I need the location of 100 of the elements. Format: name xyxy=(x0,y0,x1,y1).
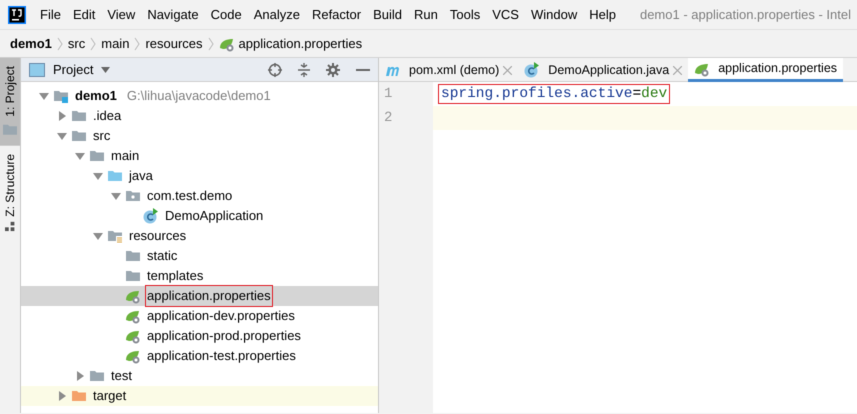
tree-label: resources xyxy=(128,227,188,246)
panel-title[interactable]: Project xyxy=(53,60,94,80)
editor-tab[interactable]: application.properties xyxy=(688,58,844,82)
app-logo-icon xyxy=(8,6,26,24)
tree-row[interactable]: application-test.properties xyxy=(21,346,378,366)
menu-item[interactable]: Code xyxy=(204,4,248,24)
path-text: G:\lihua\javacode\demo1 xyxy=(126,87,271,106)
tree-row[interactable]: static xyxy=(21,246,378,266)
folder-icon xyxy=(107,168,123,184)
tool-window-tab[interactable]: Z: Structure xyxy=(0,146,20,240)
resources-folder-icon xyxy=(107,228,123,244)
dropdown-icon[interactable] xyxy=(101,66,110,72)
tree-row[interactable]: test xyxy=(21,366,378,386)
spring-leaf-icon xyxy=(125,348,141,364)
editor-line: spring.profiles.active=dev xyxy=(433,82,857,106)
tree-label: .idea xyxy=(92,107,122,126)
tree-label: application-dev.properties xyxy=(146,307,296,326)
window-title: demo1 - application.properties - Intel xyxy=(640,6,851,24)
collapse-arrow-icon[interactable] xyxy=(58,391,66,401)
menu-item[interactable]: View xyxy=(101,4,142,24)
menu-item[interactable]: Navigate xyxy=(141,4,205,24)
chevron-icon xyxy=(90,36,96,50)
package-icon xyxy=(125,188,141,204)
close-icon[interactable] xyxy=(673,66,682,74)
settings-icon[interactable] xyxy=(326,62,340,76)
menu-item[interactable]: Edit xyxy=(66,4,102,24)
tree-row[interactable]: templates xyxy=(21,266,378,286)
tab-label: 1: Project xyxy=(2,66,18,117)
tree-row[interactable]: DemoApplication xyxy=(21,206,378,226)
menu-item[interactable]: Refactor xyxy=(306,4,368,24)
menu-item[interactable]: Help xyxy=(583,4,622,24)
tree-row[interactable]: .idea xyxy=(21,106,378,126)
tree-label: src xyxy=(92,127,112,146)
folder-icon xyxy=(71,388,87,404)
menu-item[interactable]: Run xyxy=(408,4,444,24)
collapse-arrow-icon[interactable] xyxy=(58,111,66,121)
expand-arrow-icon[interactable] xyxy=(111,192,121,200)
class-icon xyxy=(524,62,540,78)
breadcrumb-item[interactable]: src xyxy=(68,34,86,54)
module-folder-icon xyxy=(53,88,69,104)
tree-label: demo1 xyxy=(74,87,118,106)
tab-label: Z: Structure xyxy=(2,154,18,216)
tree-label: com.test.demo xyxy=(146,187,234,206)
tree-label: DemoApplication xyxy=(164,207,264,226)
structure-icon xyxy=(5,221,15,232)
minimize-icon[interactable] xyxy=(356,68,370,72)
spring-leaf-icon xyxy=(125,328,141,344)
tree-label: java xyxy=(128,167,154,186)
collapse-arrow-icon[interactable] xyxy=(76,371,84,381)
tree-label: static xyxy=(146,247,178,266)
tool-window-tab[interactable]: 1: Project xyxy=(0,58,20,146)
tree-row[interactable]: resources xyxy=(21,226,378,246)
breadcrumb-item[interactable]: main xyxy=(101,34,130,54)
tree-row[interactable]: demo1 G:\lihua\javacode\demo1 xyxy=(21,86,378,106)
folder-icon xyxy=(89,148,105,164)
chevron-icon xyxy=(56,36,63,50)
folder-icon xyxy=(71,108,87,124)
tree-label: test xyxy=(110,367,133,386)
collapse-all-icon[interactable] xyxy=(298,62,310,76)
folder-icon xyxy=(125,248,141,264)
line-number: 2 xyxy=(383,109,394,128)
tree-row[interactable]: target xyxy=(21,386,378,406)
tree-row[interactable]: src xyxy=(21,126,378,146)
tree-row[interactable]: com.test.demo xyxy=(21,186,378,206)
class-icon xyxy=(143,208,159,224)
spring-leaf-icon xyxy=(125,308,141,324)
folder-icon xyxy=(71,128,87,144)
tree-row[interactable]: application-dev.properties xyxy=(21,306,378,326)
tree-row[interactable]: main xyxy=(21,146,378,166)
tree-row[interactable]: application.properties xyxy=(21,286,378,306)
chevron-icon xyxy=(134,36,140,50)
breadcrumb-item[interactable]: demo1 xyxy=(10,34,52,54)
menu-item[interactable]: Window xyxy=(524,4,584,24)
menu-item[interactable]: File xyxy=(34,4,67,24)
menu-item[interactable]: Tools xyxy=(444,4,486,24)
breadcrumb-item[interactable]: application.properties xyxy=(238,34,362,54)
expand-arrow-icon[interactable] xyxy=(39,92,49,100)
tree-label: main xyxy=(110,147,140,166)
expand-arrow-icon[interactable] xyxy=(57,132,67,140)
editor-tab[interactable]: DemoApplication.java xyxy=(518,58,688,82)
menu-item[interactable]: VCS xyxy=(486,4,525,24)
line-number: 1 xyxy=(383,85,394,104)
menu-item[interactable]: Analyze xyxy=(248,4,306,24)
folder-icon xyxy=(89,368,105,384)
breadcrumb-item[interactable]: resources xyxy=(145,34,203,54)
expand-arrow-icon[interactable] xyxy=(75,152,85,160)
editor-tab[interactable]: pom.xml (demo) xyxy=(379,58,518,82)
menu-item[interactable]: Build xyxy=(367,4,408,24)
tree-label: target xyxy=(92,387,128,406)
panel-icon xyxy=(29,62,45,76)
tree-label: application-prod.properties xyxy=(146,327,302,346)
expand-arrow-icon[interactable] xyxy=(93,172,103,180)
tree-label: templates xyxy=(146,267,204,286)
close-icon[interactable] xyxy=(503,66,512,74)
locate-icon[interactable] xyxy=(268,62,282,76)
tree-label: application.properties xyxy=(145,285,273,307)
expand-arrow-icon[interactable] xyxy=(93,232,103,240)
tree-row[interactable]: application-prod.properties xyxy=(21,326,378,346)
tree-row[interactable]: java xyxy=(21,166,378,186)
tree-label: application-test.properties xyxy=(146,347,297,366)
